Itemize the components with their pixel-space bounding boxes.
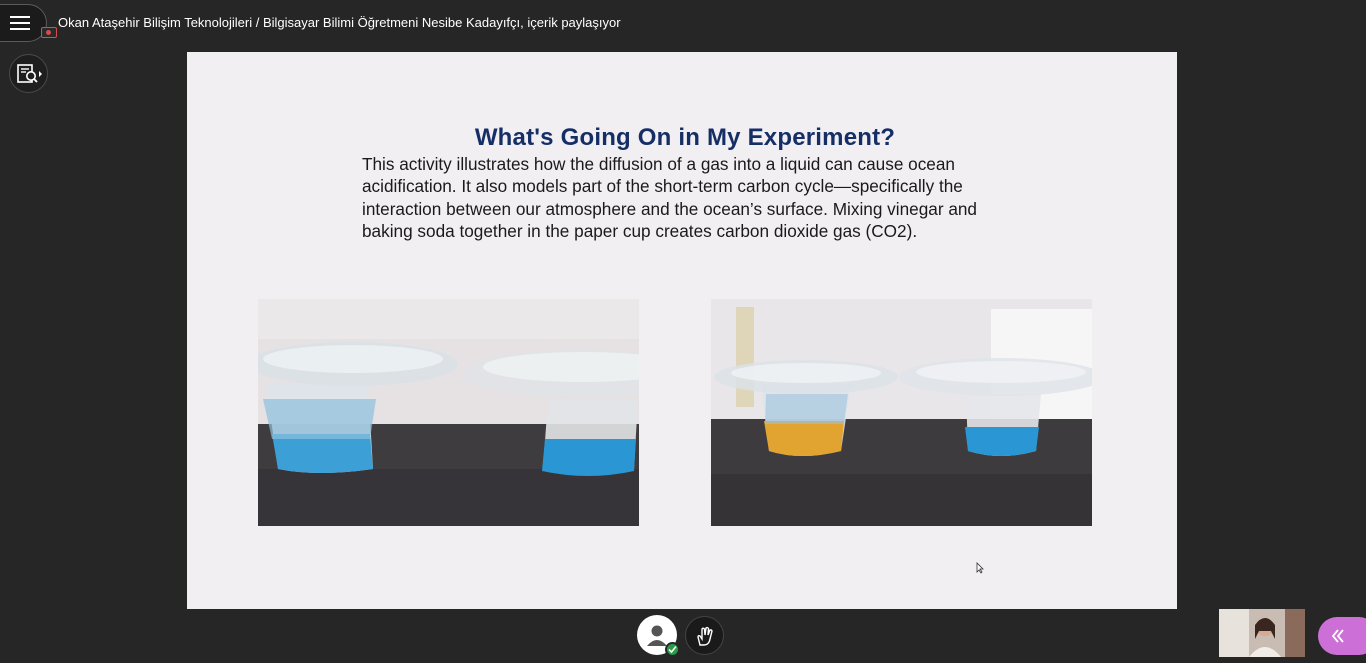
search-content-icon (16, 63, 42, 83)
shared-slide: What's Going On in My Experiment? This a… (187, 52, 1177, 609)
slide-title: What's Going On in My Experiment? (474, 124, 896, 151)
collaborate-panel-toggle[interactable] (1318, 617, 1366, 655)
session-menu-button[interactable] (0, 4, 47, 42)
slide-body-line: acidification. It also models part of th… (362, 176, 963, 197)
recording-icon (41, 27, 57, 38)
session-title: Okan Ataşehir Bilişim Teknolojileri / Bi… (58, 15, 621, 30)
slide-body-line: This activity illustrates how the diffus… (362, 154, 955, 174)
experiment-photo-yellow-blue-cups (711, 299, 1092, 526)
slide-body-line: interaction between our atmosphere and t… (362, 198, 977, 219)
double-chevron-left-icon (1331, 629, 1344, 643)
available-check-icon (665, 642, 680, 657)
experiment-photo-blue-cups (258, 299, 639, 526)
hamburger-icon (9, 16, 30, 30)
participant-video-thumbnail[interactable] (1219, 609, 1305, 657)
slide-body-line: baking soda together in the paper cup cr… (362, 220, 918, 241)
slide-body: This activity illustrates how the diffus… (362, 153, 982, 242)
raise-hand-icon (696, 626, 713, 646)
mouse-cursor-icon (976, 562, 984, 574)
collaborate-panel-button[interactable] (9, 54, 48, 93)
raise-hand-button[interactable] (685, 616, 724, 655)
top-bar: Okan Ataşehir Bilişim Teknolojileri / Bi… (0, 0, 1366, 46)
